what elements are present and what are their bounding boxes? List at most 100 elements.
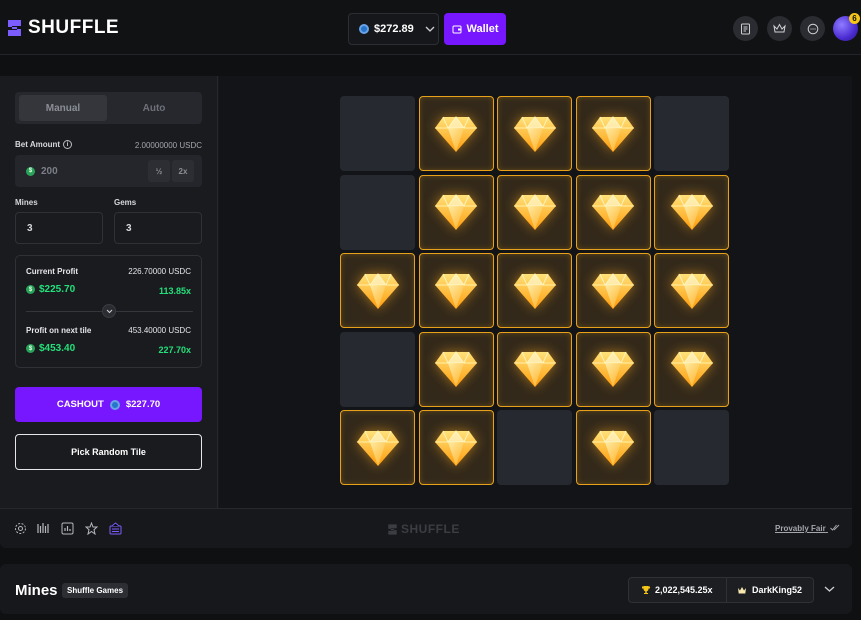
tile-gem[interactable] — [575, 410, 651, 485]
trophy-icon — [642, 586, 650, 594]
tile-gem[interactable] — [497, 253, 572, 328]
next-profit-usdc: 453.40000 USDC — [128, 326, 191, 335]
cashout-amount: $227.70 — [125, 399, 161, 410]
check-double-icon — [830, 524, 840, 531]
bet-amount-label-text: Bet Amount — [15, 140, 61, 149]
tile-hidden[interactable] — [340, 331, 415, 407]
bet-amount-label: Bet Amount i — [15, 140, 73, 150]
wallet-label: Wallet — [466, 23, 499, 35]
tab-auto[interactable]: Auto — [110, 95, 198, 121]
current-profit-usdc: 226.70000 USDC — [128, 267, 191, 276]
gem-icon — [435, 115, 477, 152]
star-icon[interactable] — [85, 522, 98, 535]
tile-gem[interactable] — [340, 410, 415, 485]
gem-icon — [592, 429, 634, 466]
gem-icon — [670, 272, 713, 309]
gem-icon — [592, 272, 634, 309]
tile-gem[interactable] — [418, 331, 494, 407]
tile-hidden[interactable] — [654, 96, 729, 171]
crown-icon — [773, 23, 786, 33]
chevron-down-icon[interactable] — [824, 585, 835, 593]
shuffle-logo[interactable]: SHUFFLE — [6, 17, 119, 39]
chevron-down-icon — [106, 309, 112, 313]
footer-logo-text: SHUFFLE — [401, 522, 460, 536]
double-bet-button[interactable]: 2x — [172, 160, 194, 182]
balance-dropdown[interactable]: $272.89 — [348, 13, 439, 45]
profit-panel: Current Profit 226.70000 USDC $ $225.70 … — [15, 255, 202, 368]
pick-random-tile-button[interactable]: Pick Random Tile — [15, 434, 202, 470]
record-display: 2,022,545.25x DarkKing52 — [628, 577, 814, 603]
tile-gem[interactable] — [654, 331, 729, 407]
stats-bars-icon[interactable] — [37, 522, 50, 535]
tile-gem[interactable] — [575, 253, 651, 328]
tile-gem[interactable] — [575, 96, 651, 171]
chat-button[interactable] — [800, 16, 825, 41]
tile-gem[interactable] — [575, 174, 651, 250]
usdc-icon — [109, 399, 120, 410]
theatre-mode-icon[interactable] — [109, 522, 122, 535]
gem-icon — [513, 115, 556, 152]
document-icon — [741, 23, 750, 34]
provably-fair-link[interactable]: Provably Fair — [775, 524, 840, 533]
wallet-button[interactable]: Wallet — [444, 13, 506, 45]
gem-icon — [513, 351, 556, 387]
chevron-down-icon — [425, 26, 435, 32]
tile-gem[interactable] — [575, 331, 651, 407]
provably-fair-label: Provably Fair — [775, 524, 826, 533]
gem-icon — [592, 115, 634, 152]
logo-text: SHUFFLE — [28, 17, 120, 38]
gems-field: 3 — [114, 212, 202, 244]
info-icon[interactable]: i — [63, 140, 73, 150]
footer-logo: SHUFFLE — [387, 522, 460, 536]
tile-hidden[interactable] — [497, 410, 572, 485]
notes-button[interactable] — [733, 16, 758, 41]
gem-icon — [592, 194, 634, 230]
gem-icon — [435, 351, 477, 387]
gem-icon — [513, 194, 556, 230]
gem-icon — [592, 351, 634, 387]
settings-icon[interactable] — [14, 522, 27, 535]
cashout-label: CASHOUT — [56, 399, 104, 410]
tile-gem[interactable] — [497, 331, 572, 407]
tile-gem[interactable] — [340, 253, 415, 328]
record-multiplier-value: 2,022,545.25x — [655, 585, 713, 595]
mines-label: Mines — [15, 198, 38, 207]
coin-icon: $ — [26, 166, 35, 176]
shuffle-logo-icon — [388, 523, 397, 535]
provider-badge[interactable]: Shuffle Games — [62, 583, 129, 598]
chat-icon — [807, 23, 818, 34]
tile-hidden[interactable] — [340, 174, 415, 250]
tile-gem[interactable] — [418, 96, 494, 171]
tab-manual[interactable]: Manual — [19, 95, 107, 121]
vip-button[interactable] — [767, 16, 792, 41]
cashout-button[interactable]: CASHOUT $227.70 — [15, 387, 202, 422]
gem-icon — [435, 194, 477, 230]
next-profit-amount-text: $453.40 — [39, 343, 76, 354]
tile-gem[interactable] — [654, 253, 729, 328]
tile-gem[interactable] — [418, 410, 494, 485]
current-profit-amount-text: $225.70 — [39, 284, 76, 295]
expand-profit-button[interactable] — [102, 304, 116, 318]
gems-label: Gems — [114, 198, 137, 207]
current-profit-multiplier: 113.85x — [158, 286, 191, 296]
chart-icon[interactable] — [61, 522, 74, 535]
mode-tabs: Manual Auto — [15, 92, 202, 124]
tile-gem[interactable] — [418, 174, 494, 250]
tile-hidden[interactable] — [654, 410, 729, 485]
gem-icon — [435, 272, 477, 309]
tile-gem[interactable] — [497, 174, 572, 250]
tile-gem[interactable] — [497, 96, 572, 171]
tile-gem[interactable] — [418, 253, 494, 328]
record-user[interactable]: DarkKing52 — [727, 585, 802, 595]
coin-icon: $ — [26, 344, 35, 353]
bet-amount-value: 200 — [41, 165, 58, 177]
gem-icon — [513, 272, 556, 309]
current-profit-label: Current Profit — [26, 267, 78, 276]
mines-field[interactable]: 3 — [15, 212, 103, 244]
game-footer: SHUFFLE Provably Fair — [0, 508, 852, 548]
shuffle-logo-icon — [8, 20, 21, 36]
half-bet-button[interactable]: ½ — [148, 160, 170, 182]
tile-gem[interactable] — [654, 174, 729, 250]
tile-hidden[interactable] — [340, 96, 415, 171]
gem-icon — [435, 429, 477, 466]
